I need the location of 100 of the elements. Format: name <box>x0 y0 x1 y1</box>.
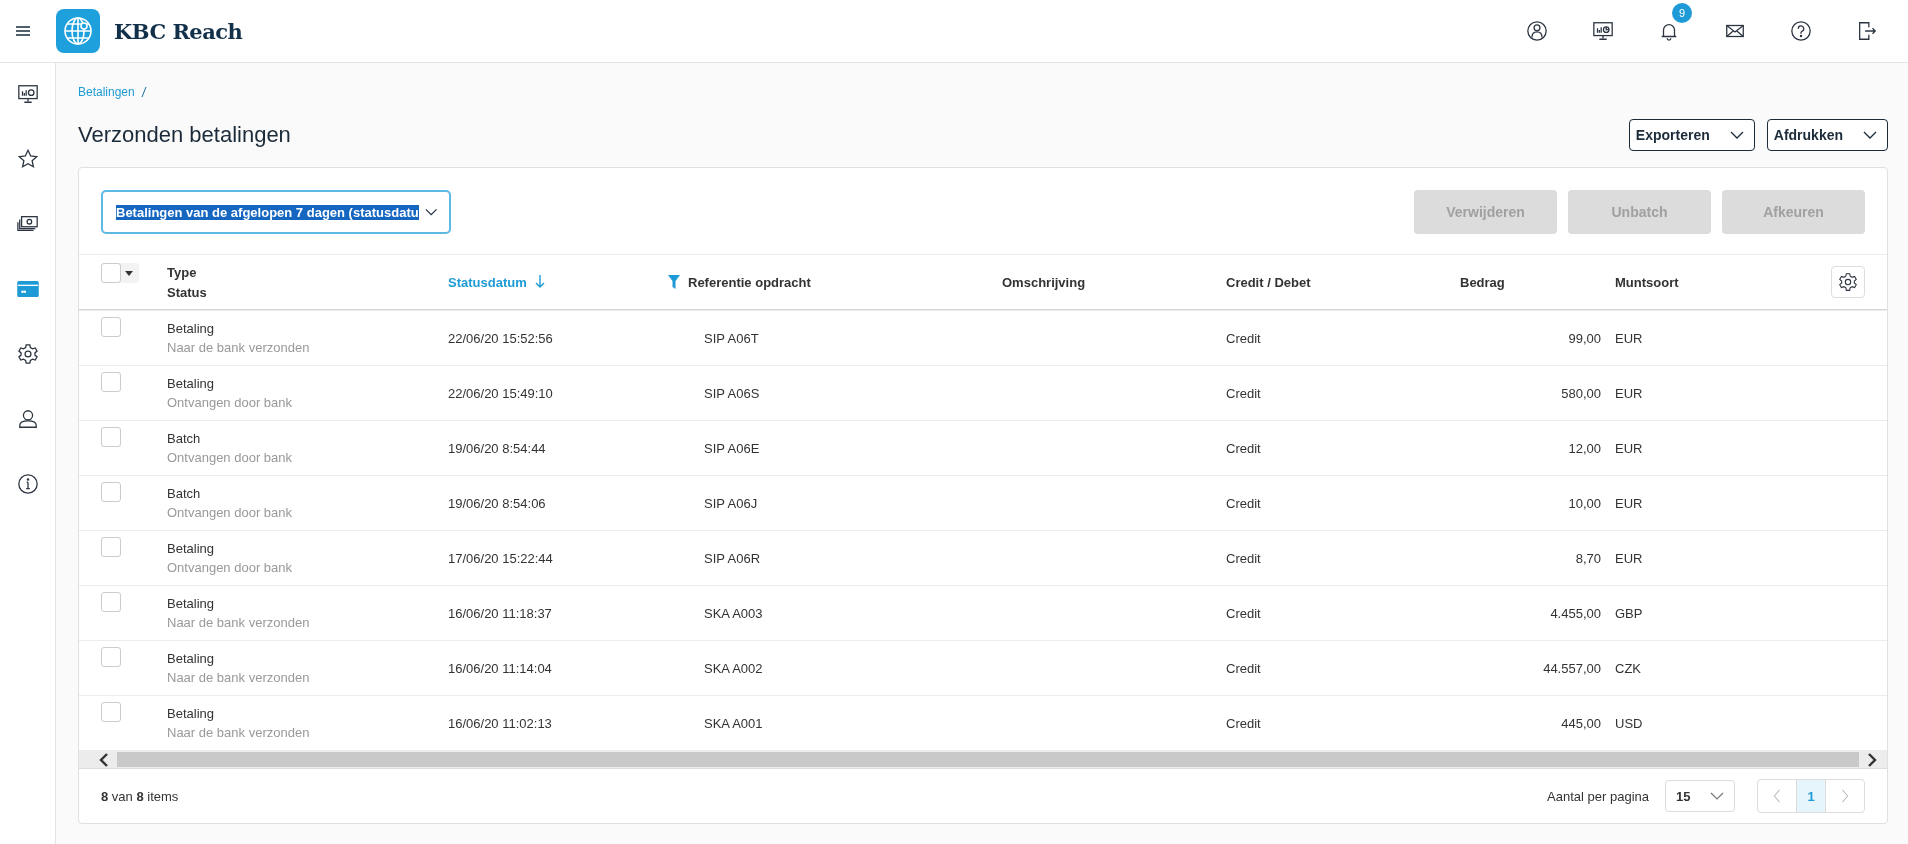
payment-type: Betaling <box>167 376 215 391</box>
column-header[interactable]: Muntsoort <box>1615 274 1679 290</box>
status-date: 22/06/20 15:52:56 <box>448 330 553 346</box>
status-date: 16/06/20 11:14:04 <box>448 660 552 676</box>
user-icon[interactable] <box>16 408 39 430</box>
row-checkbox[interactable] <box>101 647 121 667</box>
amount: 445,00 <box>1561 715 1601 731</box>
breadcrumb-separator-icon <box>140 87 147 97</box>
caret-icon <box>1863 131 1877 139</box>
dropdown-button[interactable]: Exporteren <box>1628 119 1755 151</box>
dashboard-icon[interactable] <box>1592 20 1614 42</box>
star-icon[interactable] <box>16 148 39 170</box>
credit-debit: Credit <box>1226 715 1261 731</box>
currency: EUR <box>1615 550 1643 566</box>
column-settings-button[interactable] <box>1831 266 1865 298</box>
filter-dropdown[interactable]: Betalingen van de afgelopen 7 dagen (statusdatu <box>101 190 451 234</box>
help-icon[interactable] <box>1790 20 1812 42</box>
row-checkbox[interactable] <box>101 482 121 502</box>
scroll-right-icon[interactable] <box>1867 752 1877 767</box>
amount: 44.557,00 <box>1543 660 1601 676</box>
payment-type: Betaling <box>167 541 215 556</box>
caret-icon <box>1729 131 1744 139</box>
reference: SKA A001 <box>704 715 763 731</box>
credit-debit: Credit <box>1226 330 1261 346</box>
row-checkbox[interactable] <box>101 702 121 722</box>
notification-badge: 9 <box>1672 3 1692 23</box>
logout-icon[interactable] <box>1856 20 1878 42</box>
payment-status: Ontvangen door bank <box>167 505 294 520</box>
scroll-left-icon[interactable] <box>99 752 109 767</box>
reference: SIP A06S <box>704 385 760 401</box>
payment-status: Ontvangen door bank <box>167 395 294 410</box>
currency: EUR <box>1615 330 1643 346</box>
menu-icon[interactable] <box>15 25 31 37</box>
payment-status: Ontvangen door bank <box>167 560 294 575</box>
card-icon[interactable] <box>16 278 39 300</box>
payment-type: Betaling <box>167 706 215 721</box>
settings-icon[interactable] <box>16 343 39 365</box>
column-header[interactable]: Type <box>167 264 207 280</box>
per-page-dropdown[interactable]: 15 <box>1665 780 1735 812</box>
per-page-label: Aantal per pagina <box>1547 788 1649 804</box>
credit-debit: Credit <box>1226 660 1261 676</box>
column-header[interactable]: Referentie opdracht <box>688 274 811 290</box>
status-date: 22/06/20 15:49:10 <box>448 385 553 401</box>
page-title: Verzonden betalingen <box>78 122 291 148</box>
select-all-dropdown[interactable] <box>101 263 139 283</box>
credit-debit: Credit <box>1226 495 1261 511</box>
user-icon[interactable] <box>1526 20 1548 42</box>
credit-debit: Credit <box>1226 550 1261 566</box>
column-header[interactable]: Credit / Debet <box>1226 274 1311 290</box>
payment-status: Naar de bank verzonden <box>167 340 311 355</box>
status-date: 17/06/20 15:22:44 <box>448 550 553 566</box>
status-date: 19/06/20 8:54:06 <box>448 495 546 511</box>
amount: 580,00 <box>1561 385 1601 401</box>
horizontal-scrollbar[interactable] <box>79 750 1887 769</box>
currency: EUR <box>1615 385 1643 401</box>
reference: SIP A06T <box>704 330 759 346</box>
reference: SIP A06R <box>704 550 761 566</box>
status-date: 16/06/20 11:18:37 <box>448 605 552 621</box>
currency: EUR <box>1615 495 1643 511</box>
row-checkbox[interactable] <box>101 592 121 612</box>
credit-debit: Credit <box>1226 385 1261 401</box>
payment-type: Betaling <box>167 321 215 336</box>
dropdown-button[interactable]: Afdrukken <box>1766 119 1888 151</box>
app-title: KBC Reach <box>114 18 243 44</box>
status-date: 16/06/20 11:02:13 <box>448 715 552 731</box>
payment-type: Betaling <box>167 596 215 611</box>
amount: 8,70 <box>1575 550 1601 566</box>
amount: 4.455,00 <box>1550 605 1601 621</box>
row-checkbox[interactable] <box>101 372 121 392</box>
info-icon[interactable] <box>16 473 39 495</box>
credit-debit: Credit <box>1226 440 1261 456</box>
amount: 99,00 <box>1568 330 1601 346</box>
settings-icon <box>1838 272 1858 292</box>
caret-icon <box>125 270 133 276</box>
payment-status: Naar de bank verzonden <box>167 670 311 685</box>
globe-logo-icon <box>56 9 100 53</box>
payment-status: Naar de bank verzonden <box>167 725 311 740</box>
currency: EUR <box>1615 440 1643 456</box>
currency: GBP <box>1615 605 1643 621</box>
row-checkbox[interactable] <box>101 427 121 447</box>
payment-type: Batch <box>167 431 202 446</box>
payment-status: Naar de bank verzonden <box>167 615 311 630</box>
caret-icon <box>1710 792 1724 800</box>
credit-debit: Credit <box>1226 605 1261 621</box>
column-header[interactable]: Status <box>167 284 207 300</box>
payment-type: Betaling <box>167 651 215 666</box>
row-checkbox[interactable] <box>101 537 121 557</box>
reference: SKA A002 <box>704 660 763 676</box>
status-date: 19/06/20 8:54:44 <box>448 440 546 456</box>
currency: USD <box>1615 715 1643 731</box>
row-checkbox[interactable] <box>101 317 121 337</box>
sort-descending-icon[interactable] <box>534 275 545 289</box>
column-header[interactable]: Bedrag <box>1460 274 1505 290</box>
dashboard-icon[interactable] <box>16 83 39 105</box>
filter-icon[interactable] <box>668 275 680 289</box>
column-header[interactable]: Omschrijving <box>1002 274 1086 290</box>
reference: SIP A06E <box>704 440 760 456</box>
reference: SKA A003 <box>704 605 763 621</box>
reference: SIP A06J <box>704 495 758 511</box>
payment-type: Batch <box>167 486 202 501</box>
